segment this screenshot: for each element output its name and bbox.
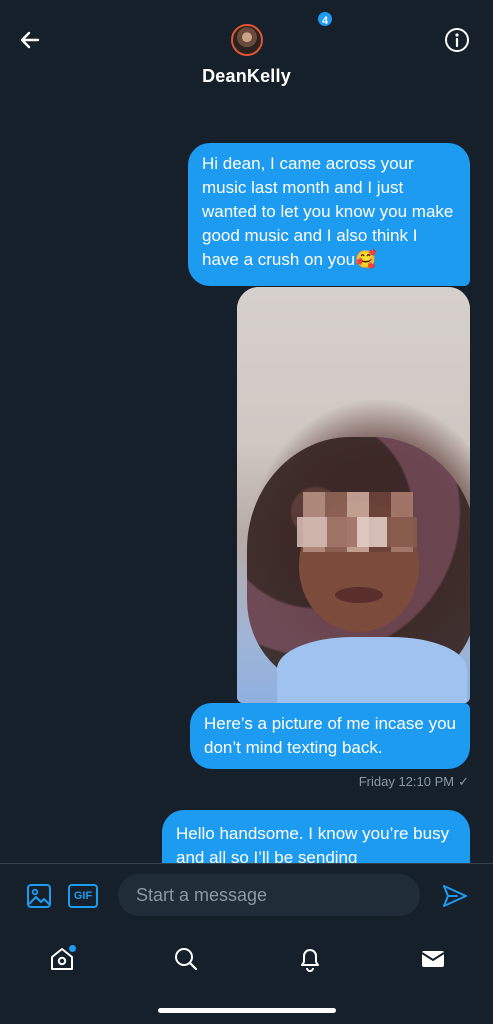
contact-avatar[interactable] [231, 24, 263, 56]
info-button[interactable] [443, 26, 471, 54]
message-input[interactable] [118, 874, 420, 916]
info-circle-icon [445, 28, 469, 52]
message-composer: GIF [0, 863, 493, 927]
read-check-icon: ✓ [458, 774, 469, 789]
photo-shirt [277, 637, 467, 703]
home-unread-dot [69, 945, 76, 952]
nav-home[interactable] [42, 939, 82, 979]
notification-count-badge: 4 [316, 10, 334, 28]
nav-notifications[interactable] [290, 939, 330, 979]
conversation-header: DeanKelly [0, 0, 493, 110]
image-icon [27, 884, 51, 908]
search-icon [175, 948, 198, 971]
nav-messages[interactable] [413, 939, 453, 979]
add-media-button[interactable] [25, 882, 53, 910]
timestamp-label: Friday 12:10 PM [358, 774, 455, 789]
bell-icon [301, 949, 319, 972]
mail-icon [421, 951, 445, 967]
back-button[interactable] [16, 26, 44, 54]
sent-message-bubble[interactable]: Hello handsome. I know you’re busy and a… [162, 810, 470, 863]
contact-name[interactable]: DeanKelly [0, 66, 493, 87]
arrow-left-icon [20, 31, 40, 49]
nav-search[interactable] [166, 939, 206, 979]
gif-button[interactable]: GIF [68, 884, 98, 908]
send-icon [443, 885, 467, 907]
photo-lips [335, 587, 383, 603]
dm-conversation-screen: DeanKelly Hi dean, I came across your mu… [0, 0, 493, 1024]
home-indicator[interactable] [158, 1008, 336, 1013]
message-timestamp: Friday 12:10 PM ✓ [359, 774, 469, 790]
sent-photo-attachment[interactable] [237, 287, 470, 703]
send-button[interactable] [441, 882, 469, 910]
sent-message-bubble[interactable]: Here’s a picture of me incase you don’t … [190, 703, 470, 769]
message-thread[interactable]: Hi dean, I came across your music last m… [0, 110, 493, 863]
pixelated-eyes-lower [297, 517, 417, 547]
sent-message-bubble[interactable]: Hi dean, I came across your music last m… [188, 143, 470, 286]
